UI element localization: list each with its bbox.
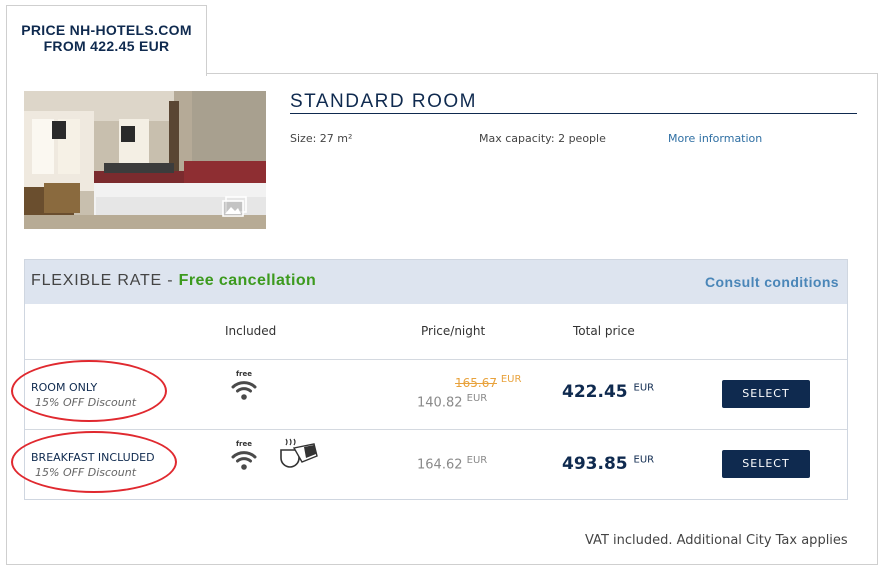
- select-button-room-only[interactable]: SELECT: [722, 380, 810, 408]
- room-size: Size: 27 m²: [290, 132, 353, 145]
- total-price: 422.45 EUR: [562, 382, 654, 402]
- total-price-currency: EUR: [633, 382, 655, 394]
- price-tab-line1: PRICE NH-HOTELS.COM: [21, 22, 192, 38]
- total-price-value: 422.45: [562, 382, 628, 402]
- title-divider: [290, 113, 857, 114]
- gallery-icon[interactable]: [222, 196, 248, 218]
- wifi-free-label: free: [236, 440, 252, 448]
- original-price-value: 165.67: [455, 376, 497, 390]
- option-discount: 15% OFF Discount: [35, 396, 137, 409]
- option-name: BREAKFAST INCLUDED: [31, 451, 155, 464]
- price-per-night-value: 140.82: [417, 395, 463, 411]
- header-included: Included: [225, 324, 277, 338]
- header-total-price: Total price: [573, 324, 635, 338]
- row-divider: [25, 429, 847, 430]
- select-button-breakfast[interactable]: SELECT: [722, 450, 810, 478]
- total-price-currency: EUR: [633, 454, 655, 466]
- header-price-night: Price/night: [421, 324, 486, 338]
- total-price: 493.85 EUR: [562, 454, 654, 474]
- breakfast-icon: [280, 436, 318, 468]
- total-price-value: 493.85: [562, 454, 628, 474]
- option-name: ROOM ONLY: [31, 381, 98, 394]
- rate-name: FLEXIBLE RATE: [31, 272, 163, 289]
- price-per-night-currency: EUR: [466, 393, 488, 404]
- price-tab-line2: FROM 422.45 EUR: [43, 38, 170, 54]
- vat-note: VAT included. Additional City Tax applie…: [585, 533, 848, 548]
- rate-box: FLEXIBLE RATE - Free cancellation Consul…: [11, 259, 848, 500]
- price-tab[interactable]: PRICE NH-HOTELS.COM FROM 422.45 EUR: [6, 5, 207, 76]
- wifi-icon: free: [230, 438, 258, 472]
- option-discount: 15% OFF Discount: [35, 466, 137, 479]
- wifi-free-label: free: [236, 370, 252, 378]
- room-photo[interactable]: [24, 91, 266, 229]
- row-divider: [25, 359, 847, 360]
- rate-header: FLEXIBLE RATE - Free cancellation Consul…: [25, 260, 847, 304]
- consult-conditions-link[interactable]: Consult conditions: [705, 274, 839, 290]
- price-per-night-currency: EUR: [466, 455, 488, 466]
- price-per-night: 164.62 EUR: [417, 455, 487, 472]
- original-price: 165.67 EUR: [455, 374, 521, 390]
- original-price-currency: EUR: [500, 374, 522, 385]
- price-per-night: 140.82 EUR: [417, 393, 487, 410]
- room-capacity: Max capacity: 2 people: [479, 132, 606, 145]
- free-cancellation-label: Free cancellation: [178, 272, 317, 289]
- wifi-icon: free: [230, 368, 258, 402]
- room-title: STANDARD ROOM: [290, 91, 477, 112]
- more-information-link[interactable]: More information: [668, 132, 762, 145]
- price-per-night-value: 164.62: [417, 457, 463, 473]
- rate-title: FLEXIBLE RATE - Free cancellation: [31, 272, 316, 290]
- rate-separator: -: [162, 272, 179, 289]
